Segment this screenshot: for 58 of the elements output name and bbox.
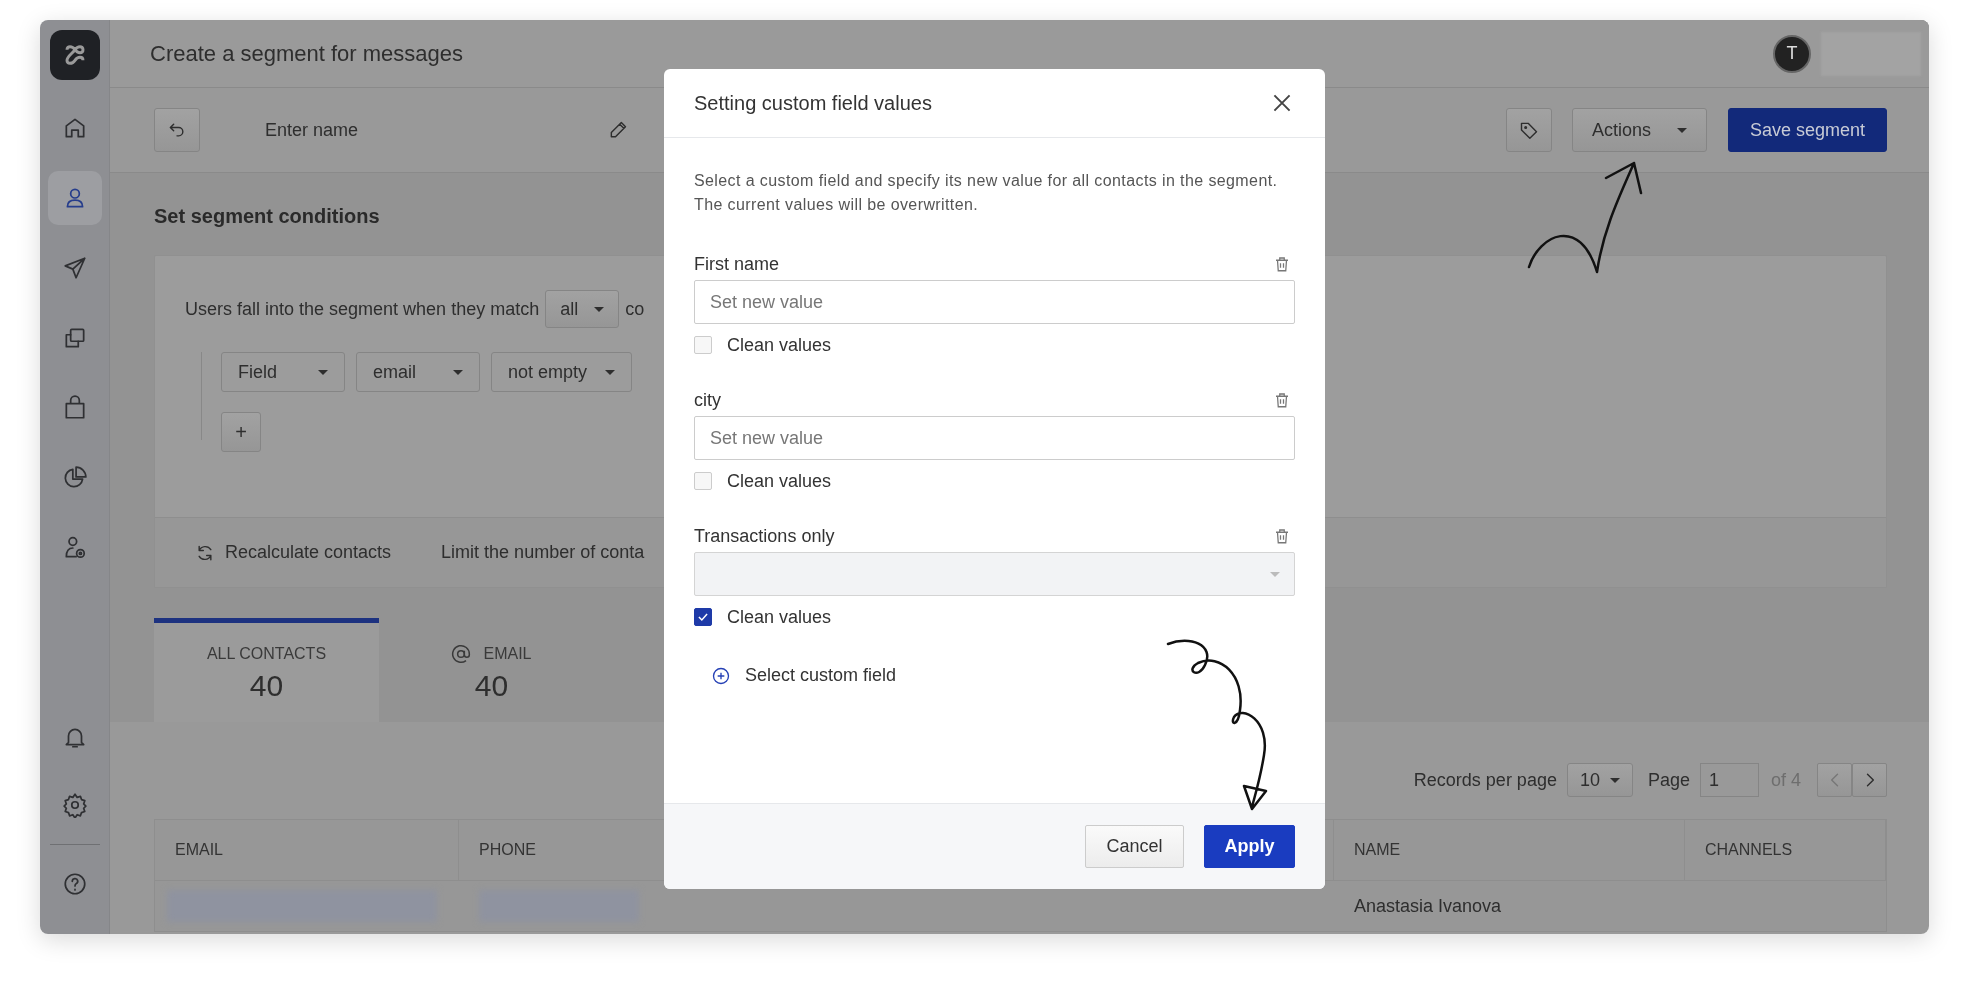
per-page-dropdown[interactable]: 10 xyxy=(1566,763,1633,797)
rule-dropdown[interactable]: Field xyxy=(221,352,345,392)
value-input[interactable]: Set new value xyxy=(694,416,1295,460)
select-custom-field-button[interactable]: Select custom field xyxy=(711,665,897,686)
help-icon xyxy=(61,871,88,897)
pencil-icon[interactable] xyxy=(608,120,628,140)
apply-button[interactable]: Apply xyxy=(1204,825,1295,868)
tag-button[interactable] xyxy=(1506,108,1552,152)
checkbox-label: Clean values xyxy=(727,606,832,628)
column-header: CHANNELS xyxy=(1685,820,1886,881)
rule-dropdown[interactable]: not empty xyxy=(491,352,632,392)
save-segment-button[interactable]: Save segment xyxy=(1728,108,1887,152)
delete-icon[interactable] xyxy=(1273,255,1291,273)
condition-text: co xyxy=(625,298,645,320)
page-input[interactable]: 1 xyxy=(1699,763,1759,797)
next-page-button[interactable] xyxy=(1852,763,1887,797)
app-logo[interactable] xyxy=(49,30,100,80)
table-cell-text: Anastasia Ivanova xyxy=(1353,894,1503,918)
at-sign-icon xyxy=(451,644,472,664)
page-label: Page xyxy=(1647,769,1690,791)
field-label: Transactions only xyxy=(694,525,835,547)
tab-label: EMAIL xyxy=(483,645,532,663)
send-icon xyxy=(61,255,88,281)
settings-icon xyxy=(61,792,88,818)
user-avatar[interactable]: T xyxy=(1773,34,1811,73)
section-title: Set segment conditions xyxy=(154,205,381,229)
column-header: EMAIL xyxy=(155,820,459,881)
dialog-description: Select a custom field and specify its new value for all contacts in the segment. The current values will be overwritten. xyxy=(694,171,1279,215)
recalculate-button[interactable]: Recalculate contacts xyxy=(195,542,392,563)
column-header: NAME xyxy=(1334,820,1685,881)
segment-name-placeholder[interactable]: Enter name xyxy=(265,119,608,141)
tab-count: 40 xyxy=(474,669,509,703)
tab-label: ALL CONTACTS xyxy=(206,645,327,663)
match-dropdown[interactable]: all xyxy=(545,290,620,328)
delete-icon[interactable] xyxy=(1273,527,1291,545)
back-button[interactable] xyxy=(154,108,200,152)
actions-button[interactable]: Actions xyxy=(1572,108,1707,152)
records-per-page-label: Records per page xyxy=(1413,769,1557,791)
cancel-button[interactable]: Cancel xyxy=(1085,825,1184,868)
tab-count: 40 xyxy=(249,669,284,703)
value-input[interactable]: Set new value xyxy=(694,280,1295,324)
checkbox-label: Clean values xyxy=(727,470,832,492)
delete-icon[interactable] xyxy=(1273,391,1291,409)
field-label: city xyxy=(694,389,721,411)
rule-dropdown[interactable]: email xyxy=(356,352,480,392)
page-title: Create a segment for messages xyxy=(150,40,465,67)
field-label: First name xyxy=(694,253,780,275)
contacts-tab[interactable]: ALL CONTACTS 40 xyxy=(154,618,379,722)
tag-icon xyxy=(1519,120,1539,140)
nav-item[interactable] xyxy=(47,171,102,225)
add-condition-button[interactable]: + xyxy=(221,412,261,452)
checkbox-label: Clean values xyxy=(727,334,832,356)
limit-contacts-link[interactable]: Limit the number of conta xyxy=(441,542,645,563)
condition-text: Users fall into the segment when they match xyxy=(185,298,540,320)
dialog-title: Setting custom field values xyxy=(694,91,933,115)
contacts-tab[interactable]: EMAIL 40 xyxy=(379,618,604,722)
plus-circle-icon xyxy=(711,665,731,686)
checkbox[interactable] xyxy=(694,608,712,626)
